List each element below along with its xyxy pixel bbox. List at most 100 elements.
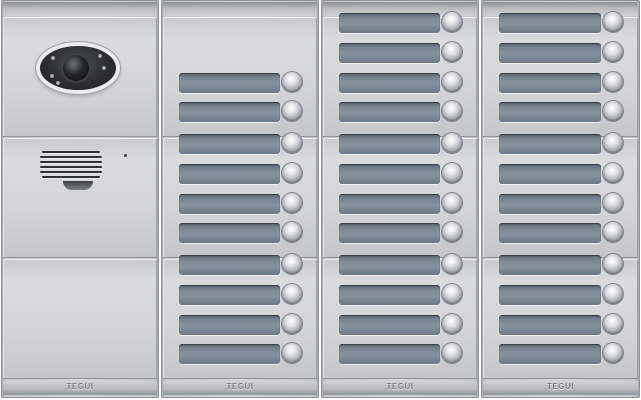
- call-row[interactable]: [179, 193, 302, 215]
- name-label-window: [179, 344, 280, 364]
- call-row[interactable]: [499, 343, 623, 365]
- call-button-icon[interactable]: [282, 133, 302, 153]
- call-row[interactable]: [179, 72, 302, 94]
- call-button-icon[interactable]: [603, 254, 623, 274]
- button-column-2: TEGUI: [161, 0, 319, 398]
- name-label-window: [179, 285, 280, 305]
- call-button-icon[interactable]: [282, 284, 302, 304]
- name-label-window: [499, 285, 601, 305]
- call-button-icon[interactable]: [603, 222, 623, 242]
- call-button-icon[interactable]: [442, 133, 462, 153]
- call-row[interactable]: [499, 42, 623, 64]
- call-row[interactable]: [499, 222, 623, 244]
- name-label-window: [499, 315, 601, 335]
- camera-led: [51, 56, 55, 60]
- call-button-icon[interactable]: [442, 222, 462, 242]
- call-row[interactable]: [499, 12, 623, 34]
- call-button-icon[interactable]: [603, 163, 623, 183]
- call-row[interactable]: [499, 133, 623, 155]
- call-button-icon[interactable]: [442, 72, 462, 92]
- camera-led: [50, 74, 54, 78]
- name-label-window: [499, 73, 601, 93]
- call-button-icon[interactable]: [603, 314, 623, 334]
- call-row[interactable]: [339, 193, 462, 215]
- call-row[interactable]: [499, 163, 623, 185]
- call-button-icon[interactable]: [282, 163, 302, 183]
- name-label-window: [179, 102, 280, 122]
- call-button-icon[interactable]: [603, 72, 623, 92]
- call-row[interactable]: [339, 72, 462, 94]
- call-button-icon[interactable]: [603, 42, 623, 62]
- camera-led: [98, 54, 102, 58]
- name-label-window: [179, 164, 280, 184]
- name-label-window: [499, 134, 601, 154]
- camera-led: [56, 81, 60, 85]
- call-button-icon[interactable]: [442, 314, 462, 334]
- call-button-icon[interactable]: [442, 284, 462, 304]
- bottom-cap: TEGUI: [163, 381, 317, 395]
- bottom-cap: TEGUI: [3, 381, 157, 395]
- call-row[interactable]: [339, 284, 462, 306]
- name-label-window: [339, 285, 440, 305]
- call-button-icon[interactable]: [603, 133, 623, 153]
- call-row[interactable]: [179, 133, 302, 155]
- name-label-window: [499, 164, 601, 184]
- call-button-icon[interactable]: [603, 193, 623, 213]
- call-button-icon[interactable]: [282, 343, 302, 363]
- speaker-tab: [63, 181, 93, 190]
- call-row[interactable]: [339, 222, 462, 244]
- call-row[interactable]: [339, 314, 462, 336]
- call-row[interactable]: [499, 193, 623, 215]
- call-button-icon[interactable]: [603, 101, 623, 121]
- call-row[interactable]: [179, 101, 302, 123]
- call-button-icon[interactable]: [282, 101, 302, 121]
- call-button-icon[interactable]: [282, 72, 302, 92]
- call-button-icon[interactable]: [442, 163, 462, 183]
- camera-lens: [63, 55, 89, 81]
- call-button-icon[interactable]: [442, 101, 462, 121]
- call-button-icon[interactable]: [442, 12, 462, 32]
- call-button-icon[interactable]: [442, 42, 462, 62]
- camera-led: [102, 66, 106, 70]
- name-label-window: [499, 223, 601, 243]
- call-row[interactable]: [179, 284, 302, 306]
- call-button-icon[interactable]: [442, 193, 462, 213]
- call-button-icon[interactable]: [603, 12, 623, 32]
- call-row[interactable]: [339, 42, 462, 64]
- blank-module: [3, 259, 157, 379]
- call-button-icon[interactable]: [282, 193, 302, 213]
- call-row[interactable]: [499, 72, 623, 94]
- name-label-window: [339, 102, 440, 122]
- name-label-window: [179, 73, 280, 93]
- call-button-icon[interactable]: [442, 254, 462, 274]
- call-row[interactable]: [179, 222, 302, 244]
- name-label-window: [339, 134, 440, 154]
- bottom-cap: TEGUI: [483, 381, 638, 395]
- call-row[interactable]: [339, 133, 462, 155]
- brand-logo: TEGUI: [547, 382, 574, 391]
- call-button-icon[interactable]: [282, 254, 302, 274]
- call-row[interactable]: [499, 284, 623, 306]
- name-label-window: [339, 223, 440, 243]
- call-button-icon[interactable]: [282, 222, 302, 242]
- call-button-icon[interactable]: [282, 314, 302, 334]
- brand-logo: TEGUI: [226, 382, 254, 391]
- call-row[interactable]: [339, 254, 462, 276]
- call-row[interactable]: [499, 101, 623, 123]
- call-row[interactable]: [179, 254, 302, 276]
- call-row[interactable]: [499, 254, 623, 276]
- call-row[interactable]: [179, 163, 302, 185]
- call-button-icon[interactable]: [603, 284, 623, 304]
- call-button-icon[interactable]: [442, 343, 462, 363]
- name-label-window: [179, 223, 280, 243]
- call-row[interactable]: [339, 12, 462, 34]
- call-row[interactable]: [179, 314, 302, 336]
- call-row[interactable]: [339, 343, 462, 365]
- call-row[interactable]: [179, 343, 302, 365]
- call-row[interactable]: [499, 314, 623, 336]
- call-row[interactable]: [339, 101, 462, 123]
- top-cap: [3, 2, 157, 16]
- call-button-icon[interactable]: [603, 343, 623, 363]
- name-label-window: [339, 315, 440, 335]
- call-row[interactable]: [339, 163, 462, 185]
